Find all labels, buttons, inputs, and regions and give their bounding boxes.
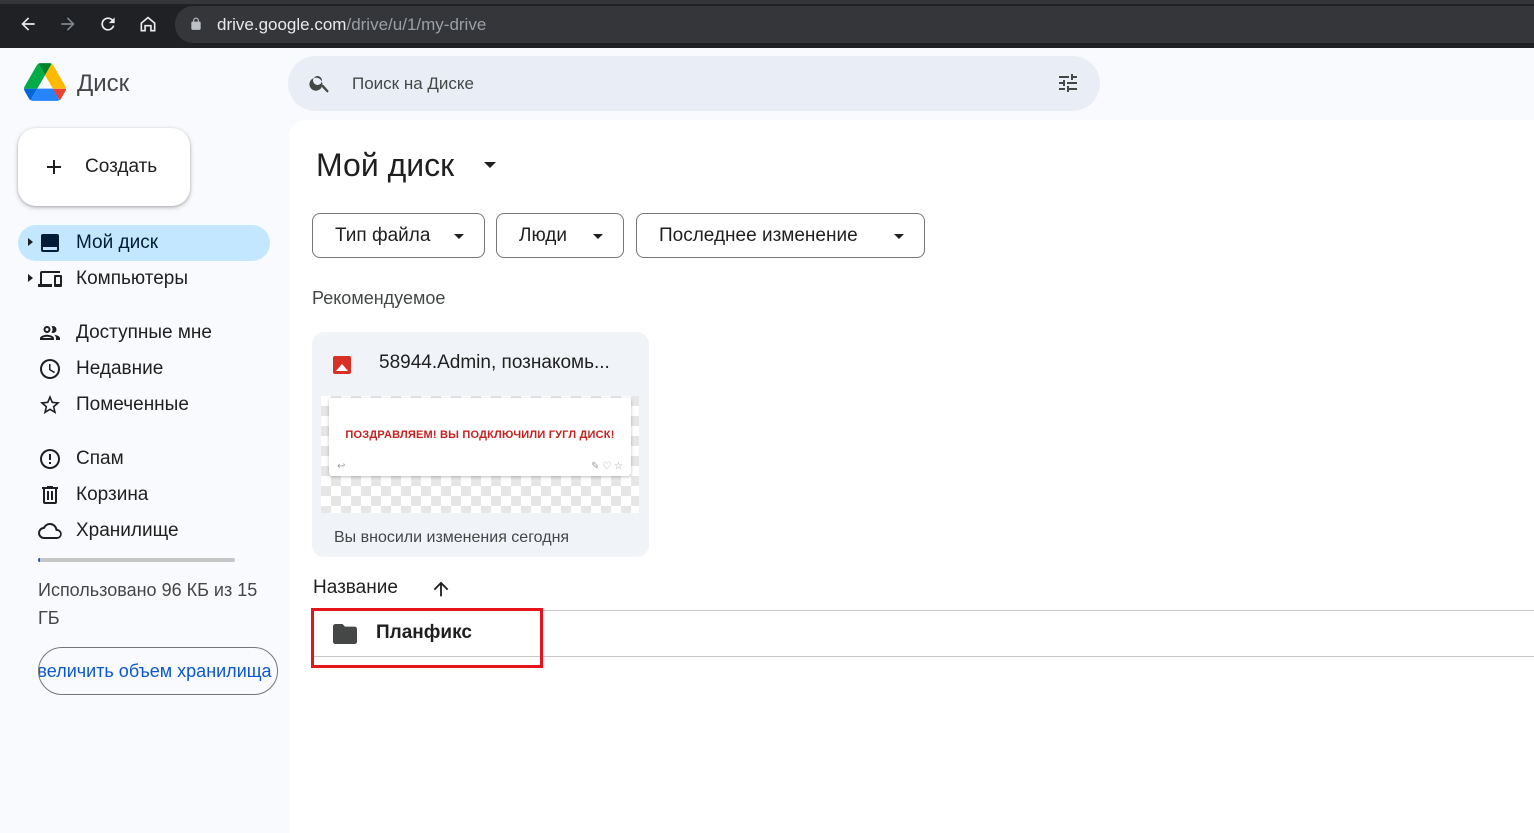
sidebar-item-recent[interactable]: Недавние bbox=[18, 351, 270, 387]
filter-chip-people[interactable]: Люди bbox=[496, 213, 624, 258]
suggested-file-name: 58944.Admin, познакомь... bbox=[379, 352, 610, 373]
sidebar-item-label: Помеченные bbox=[76, 394, 189, 415]
address-bar[interactable]: drive.google.com/drive/u/1/my-drive bbox=[175, 6, 1534, 43]
get-more-storage-button[interactable]: Увеличить объем хранилища bbox=[38, 647, 278, 695]
chevron-down-icon bbox=[894, 234, 904, 239]
forward-icon bbox=[61, 17, 75, 31]
main-panel: Мой диск Тип файла Люди Последнее измене… bbox=[289, 120, 1534, 833]
sidebar-item-shared[interactable]: Доступные мне bbox=[18, 315, 270, 351]
sidebar-item-computers[interactable]: Компьютеры bbox=[18, 261, 270, 297]
home-icon bbox=[140, 16, 156, 32]
search-options-icon[interactable] bbox=[1056, 71, 1080, 95]
reply-icon: ↩ bbox=[337, 461, 346, 472]
image-file-icon bbox=[333, 356, 351, 374]
sidebar-item-my-drive[interactable]: Мой диск bbox=[18, 225, 270, 261]
sidebar-item-storage[interactable]: Хранилище bbox=[18, 513, 270, 549]
sidebar-item-label: Хранилище bbox=[76, 520, 179, 541]
file-thumbnail: ПОЗДРАВЛЯЕМ! ВЫ ПОДКЛЮЧИЛИ ГУГЛ ДИСК! ↩ … bbox=[321, 396, 639, 513]
app-name: Диск bbox=[77, 70, 130, 97]
sidebar-item-label: Мой диск bbox=[76, 232, 159, 253]
tab-strip-edge bbox=[0, 0, 1534, 4]
sidebar-item-label: Доступные мне bbox=[76, 322, 212, 343]
trash-icon bbox=[42, 486, 58, 504]
search-icon[interactable] bbox=[308, 71, 332, 95]
back-icon bbox=[21, 17, 35, 31]
suggested-section-title: Рекомендуемое bbox=[312, 288, 446, 308]
cloud-icon bbox=[38, 523, 62, 539]
browser-toolbar: drive.google.com/drive/u/1/my-drive bbox=[0, 0, 1534, 48]
sidebar-item-spam[interactable]: Спам bbox=[18, 441, 270, 477]
get-more-storage-label: Увеличить объем хранилища bbox=[38, 661, 272, 681]
reload-button[interactable] bbox=[94, 10, 122, 38]
star-icon bbox=[40, 395, 60, 414]
expand-caret-icon[interactable] bbox=[28, 274, 33, 282]
filter-chip-file-type[interactable]: Тип файла bbox=[312, 213, 485, 258]
thumbnail-preview: ПОЗДРАВЛЯЕМ! ВЫ ПОДКЛЮЧИЛИ ГУГЛ ДИСК! ↩ … bbox=[329, 398, 631, 476]
chevron-down-icon bbox=[454, 234, 464, 239]
url-path: /drive/u/1/my-drive bbox=[346, 15, 487, 34]
folder-icon bbox=[333, 624, 357, 644]
storage-usage-text: Использовано 96 КБ из 15 ГБ bbox=[38, 580, 258, 628]
divider bbox=[311, 656, 1534, 657]
create-button[interactable]: Создать bbox=[18, 128, 190, 206]
thumbnail-text: ПОЗДРАВЛЯЕМ! ВЫ ПОДКЛЮЧИЛИ ГУГЛ ДИСК! bbox=[345, 429, 615, 441]
file-row-name: Планфикс bbox=[376, 622, 472, 643]
sort-ascending-icon[interactable] bbox=[430, 578, 452, 600]
sidebar-item-starred[interactable]: Помеченные bbox=[18, 387, 270, 423]
url-host: drive.google.com bbox=[217, 15, 347, 34]
page-title[interactable]: Мой диск bbox=[316, 147, 454, 184]
filter-chip-label: Последнее изменение bbox=[659, 225, 858, 246]
filter-chip-modified[interactable]: Последнее изменение bbox=[636, 213, 925, 258]
suggested-file-reason: Вы вносили изменения сегодня bbox=[334, 529, 570, 546]
url-text: drive.google.com/drive/u/1/my-drive bbox=[217, 15, 486, 35]
file-row[interactable]: Планфикс bbox=[311, 611, 1534, 656]
home-button[interactable] bbox=[134, 10, 162, 38]
filter-chip-label: Тип файла bbox=[335, 225, 431, 246]
plus-icon bbox=[47, 160, 61, 174]
sidebar-item-label: Компьютеры bbox=[76, 268, 188, 289]
forward-button[interactable] bbox=[54, 10, 82, 38]
back-button[interactable] bbox=[14, 10, 42, 38]
lock-icon bbox=[191, 17, 201, 30]
spam-icon bbox=[40, 449, 60, 469]
storage-progress-bar bbox=[38, 558, 235, 562]
google-drive-logo[interactable] bbox=[24, 62, 66, 102]
sidebar-item-label: Спам bbox=[76, 448, 124, 469]
title-dropdown-icon[interactable] bbox=[484, 162, 496, 168]
column-header-name[interactable]: Название bbox=[313, 577, 398, 599]
reload-icon bbox=[101, 17, 115, 31]
computers-icon bbox=[38, 271, 62, 287]
search-bar[interactable]: Поиск на Диске bbox=[288, 56, 1100, 111]
create-label: Создать bbox=[85, 156, 158, 177]
chevron-down-icon bbox=[593, 234, 603, 239]
expand-caret-icon[interactable] bbox=[28, 238, 33, 246]
sidebar-item-trash[interactable]: Корзина bbox=[18, 477, 270, 513]
filter-chip-label: Люди bbox=[519, 225, 568, 246]
suggested-file-card[interactable]: 58944.Admin, познакомь... ПОЗДРАВЛЯЕМ! В… bbox=[312, 332, 649, 557]
clock-icon bbox=[40, 359, 60, 379]
sidebar-item-label: Недавние bbox=[76, 358, 164, 379]
shared-icon bbox=[40, 326, 60, 340]
search-input[interactable]: Поиск на Диске bbox=[352, 74, 474, 94]
sidebar-item-label: Корзина bbox=[76, 484, 149, 505]
reaction-icons: ✎ ♡ ☆ bbox=[591, 461, 623, 472]
storage-progress-fill bbox=[38, 558, 40, 562]
my-drive-icon bbox=[41, 234, 59, 252]
